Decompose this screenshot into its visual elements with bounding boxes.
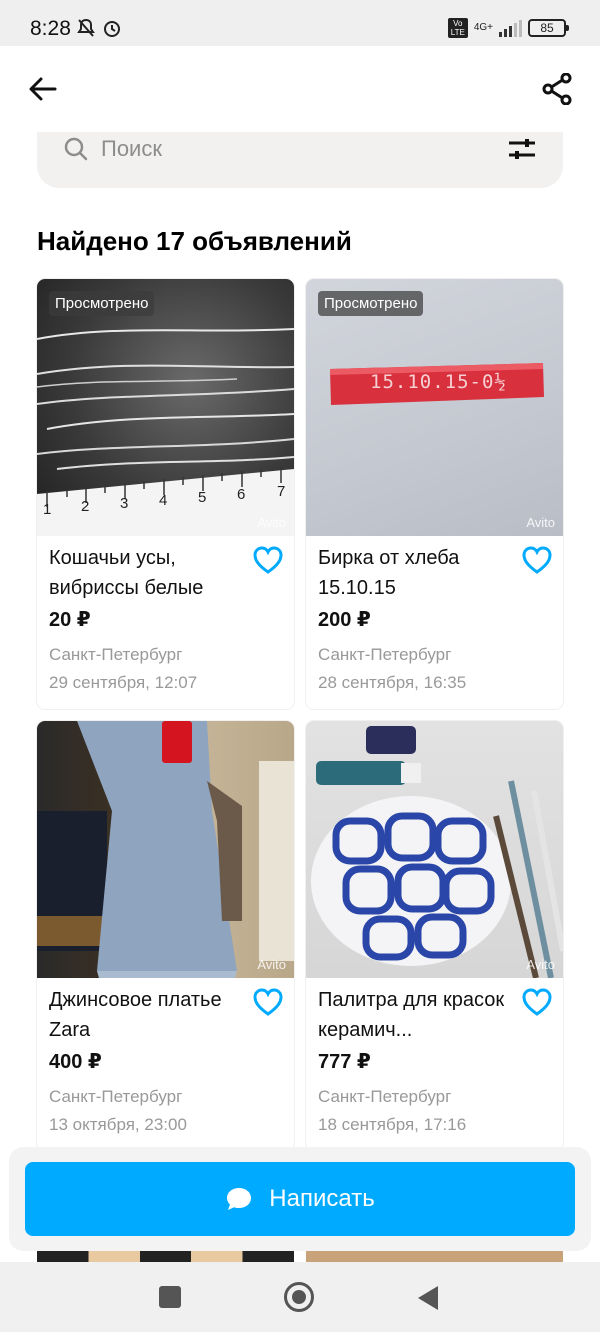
heart-icon[interactable] xyxy=(521,987,553,1017)
denim-dress-photo xyxy=(37,721,294,978)
status-bar: 8:28 Vo LTE 4G+ 85 xyxy=(0,0,600,46)
listing-card-peek[interactable] xyxy=(306,1251,563,1262)
listing-city: Санкт-Петербург xyxy=(49,645,183,664)
listing-price: 400 ₽ xyxy=(49,1051,102,1073)
status-right: Vo LTE 4G+ 85 xyxy=(447,18,569,38)
bread-tag-photo xyxy=(330,363,544,405)
listing-date: 13 октября, 23:00 xyxy=(49,1115,187,1134)
avito-watermark: Avito xyxy=(526,957,555,972)
viewed-badge: Просмотрено xyxy=(49,291,155,316)
recent-apps-icon[interactable] xyxy=(159,1286,181,1308)
battery-level: 85 xyxy=(540,21,554,35)
listing-image[interactable]: Avito xyxy=(37,721,294,978)
home-icon[interactable] xyxy=(284,1282,314,1312)
back-button[interactable] xyxy=(22,68,64,110)
listing-title[interactable]: Палитра для красок керамич... xyxy=(318,985,508,1045)
listing-image[interactable]: 15.10.15-0½ Просмотрено Avito xyxy=(306,279,563,536)
listing-title[interactable]: Кошачьи усы, вибриссы белые xyxy=(49,543,239,603)
arrow-left-icon xyxy=(29,77,57,101)
listing-card[interactable]: Avito Палитра для красок керамич... 777 … xyxy=(306,721,563,1151)
ruler-mark: 1 xyxy=(43,501,52,518)
listing-card[interactable]: 1 2 3 4 5 6 7 Просмотрено Avito Кошачьи … xyxy=(37,279,294,709)
write-button-label: Написать xyxy=(269,1185,375,1212)
listing-image[interactable]: 1 2 3 4 5 6 7 Просмотрено Avito xyxy=(37,279,294,536)
listing-title[interactable]: Джинсовое платье Zara xyxy=(49,985,239,1045)
heart-icon[interactable] xyxy=(521,545,553,575)
status-time: 8:28 xyxy=(30,17,71,40)
share-icon xyxy=(542,73,572,105)
listing-price: 20 ₽ xyxy=(49,609,91,631)
search-icon xyxy=(64,137,88,161)
listing-city: Санкт-Петербург xyxy=(318,1087,452,1106)
listing-card[interactable]: Avito Джинсовое платье Zara 400 ₽ Санкт-… xyxy=(37,721,294,1151)
ruler-mark: 5 xyxy=(198,489,207,506)
ruler-mark: 4 xyxy=(159,492,168,509)
listing-date: 29 сентября, 12:07 xyxy=(49,673,198,692)
back-triangle-icon[interactable] xyxy=(418,1286,438,1310)
listing-city: Санкт-Петербург xyxy=(49,1087,183,1106)
listing-image[interactable]: Avito xyxy=(306,721,563,978)
listing-city: Санкт-Петербург xyxy=(318,645,452,664)
filter-icon[interactable] xyxy=(507,136,537,162)
write-button[interactable]: Написать xyxy=(25,1162,575,1236)
listing-date: 18 сентября, 17:16 xyxy=(318,1115,467,1134)
listing-date: 28 сентября, 16:35 xyxy=(318,673,467,692)
results-count-title: Найдено 17 объявлений xyxy=(37,226,352,256)
alarm-icon xyxy=(104,21,120,37)
search-input[interactable]: Поиск xyxy=(101,136,162,162)
search-bar[interactable]: Поиск xyxy=(37,132,563,188)
app-header xyxy=(0,46,600,132)
ruler-mark: 6 xyxy=(237,486,246,503)
bell-off-icon xyxy=(77,18,95,37)
ruler-mark: 2 xyxy=(81,498,90,515)
battery-icon: 85 xyxy=(528,19,569,37)
avito-watermark: Avito xyxy=(526,515,555,530)
listing-card-peek[interactable] xyxy=(37,1251,294,1262)
ruler-mark: 3 xyxy=(120,495,129,512)
chat-bubble-icon xyxy=(227,1188,252,1210)
write-panel: Написать xyxy=(9,1147,591,1251)
heart-icon[interactable] xyxy=(252,987,284,1017)
volte-icon: Vo LTE xyxy=(447,18,468,38)
viewed-badge: Просмотрено xyxy=(318,291,424,316)
network-type: 4G+ xyxy=(473,22,493,33)
listing-price: 200 ₽ xyxy=(318,609,371,631)
share-button[interactable] xyxy=(536,68,578,110)
status-left-icons xyxy=(76,18,122,38)
signal-icon xyxy=(499,19,522,37)
avito-watermark: Avito xyxy=(257,957,286,972)
avito-watermark: Avito xyxy=(257,515,286,530)
bread-tag-text: 15.10.15-0½ xyxy=(370,371,507,393)
ceramic-palette-photo xyxy=(311,726,563,978)
ruler-numbers: 1 2 3 4 5 6 7 xyxy=(37,279,294,536)
listing-title[interactable]: Бирка от хлеба 15.10.15 xyxy=(318,543,508,603)
listing-card[interactable]: 15.10.15-0½ Просмотрено Avito Бирка от х… xyxy=(306,279,563,709)
system-nav-bar xyxy=(0,1262,600,1332)
listing-price: 777 ₽ xyxy=(318,1051,371,1073)
ruler-mark: 7 xyxy=(277,483,286,500)
heart-icon[interactable] xyxy=(252,545,284,575)
